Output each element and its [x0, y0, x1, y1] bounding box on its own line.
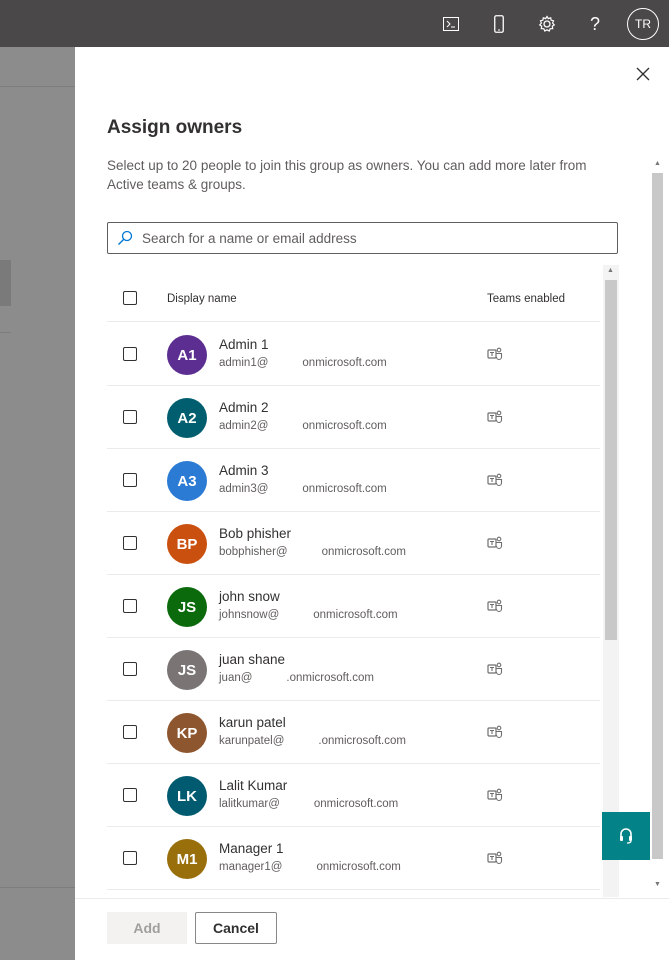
teams-icon — [487, 346, 503, 362]
person-name: juan shane — [219, 652, 286, 667]
assign-owners-panel: Assign owners Select up to 20 people to … — [75, 47, 669, 960]
row-checkbox[interactable] — [123, 851, 137, 865]
person-email: bobphisher@ onmicrosoft.com — [219, 546, 406, 558]
row-checkbox[interactable] — [123, 788, 137, 802]
avatar: KP — [167, 713, 207, 753]
search-box[interactable] — [107, 222, 618, 254]
person-name: karun patel — [219, 715, 286, 730]
user-avatar[interactable]: TR — [627, 8, 659, 40]
mobile-icon[interactable] — [483, 8, 515, 40]
avatar: A2 — [167, 398, 207, 438]
person-name: Bob phisher — [219, 526, 292, 541]
list-scrollbar-thumb[interactable] — [605, 280, 617, 640]
person-name: Lalit Kumar — [219, 778, 288, 793]
person-name: Admin 3 — [219, 463, 269, 478]
teams-icon — [487, 661, 503, 677]
person-email: admin3@ onmicrosoft.com — [219, 483, 387, 495]
person-email: johnsnow@ onmicrosoft.com — [219, 609, 398, 621]
search-input[interactable] — [142, 230, 602, 246]
support-headset-button[interactable] — [602, 812, 650, 860]
background-page — [0, 47, 75, 960]
scroll-up-arrow-icon[interactable]: ▲ — [654, 160, 661, 167]
teams-icon — [487, 535, 503, 551]
search-icon — [108, 223, 142, 253]
person-email: karunpatel@ .onmicrosoft.com — [219, 735, 406, 747]
row-checkbox[interactable] — [123, 410, 137, 424]
select-all-checkbox[interactable] — [123, 291, 137, 305]
person-email: juan@ .onmicrosoft.com — [219, 672, 374, 684]
column-header-display-name[interactable]: Display name — [167, 293, 237, 305]
table-row[interactable]: JS juan shane juan@ .onmicrosoft.com — [107, 638, 600, 701]
avatar: JS — [167, 587, 207, 627]
panel-scrollbar-thumb[interactable] — [652, 173, 663, 859]
person-email: admin2@ onmicrosoft.com — [219, 420, 387, 432]
panel-scrollbar[interactable]: ▲ ▼ — [650, 157, 665, 897]
table-row[interactable]: M1 Manager 1 manager1@ onmicrosoft.com — [107, 827, 600, 890]
teams-icon — [487, 787, 503, 803]
teams-icon — [487, 598, 503, 614]
teams-icon — [487, 472, 503, 488]
table-row[interactable]: LK Lalit Kumar lalitkumar@ onmicrosoft.com — [107, 764, 600, 827]
list-header: Display name Teams enabled — [107, 265, 600, 322]
list-scroll-up-arrow-icon[interactable]: ▲ — [607, 267, 614, 274]
row-checkbox[interactable] — [123, 347, 137, 361]
avatar: LK — [167, 776, 207, 816]
table-row[interactable]: BP Bob phisher bobphisher@ onmicrosoft.com — [107, 512, 600, 575]
row-checkbox[interactable] — [123, 725, 137, 739]
gear-icon[interactable] — [531, 8, 563, 40]
person-email: lalitkumar@ onmicrosoft.com — [219, 798, 399, 810]
row-checkbox[interactable] — [123, 599, 137, 613]
headset-icon — [620, 828, 632, 844]
person-name: john snow — [219, 589, 280, 604]
table-row[interactable]: JS john snow johnsnow@ onmicrosoft.com — [107, 575, 600, 638]
help-icon[interactable]: ? — [579, 8, 611, 40]
teams-icon — [487, 409, 503, 425]
row-checkbox[interactable] — [123, 662, 137, 676]
row-checkbox[interactable] — [123, 536, 137, 550]
people-list: Display name Teams enabled A1 Admin 1 admi… — [107, 265, 619, 897]
person-name: Admin 1 — [219, 337, 269, 352]
table-row[interactable]: A3 Admin 3 admin3@ onmicrosoft.com — [107, 449, 600, 512]
top-header-bar: ? TR — [0, 0, 669, 47]
table-row[interactable]: A2 Admin 2 admin2@ onmicrosoft.com — [107, 386, 600, 449]
avatar: JS — [167, 650, 207, 690]
column-header-teams-enabled[interactable]: Teams enabled — [487, 293, 565, 305]
avatar: A1 — [167, 335, 207, 375]
person-name: Admin 2 — [219, 400, 269, 415]
avatar: M1 — [167, 839, 207, 879]
avatar: A3 — [167, 461, 207, 501]
table-row[interactable]: A1 Admin 1 admin1@ onmicrosoft.com — [107, 323, 600, 386]
panel-title: Assign owners — [107, 117, 243, 138]
table-row[interactable]: KP karun patel karunpatel@ .onmicrosoft.com — [107, 701, 600, 764]
person-name: Manager 1 — [219, 841, 284, 856]
close-icon[interactable] — [631, 62, 655, 86]
avatar: BP — [167, 524, 207, 564]
row-checkbox[interactable] — [123, 473, 137, 487]
person-email: manager1@ onmicrosoft.com — [219, 861, 401, 873]
teams-icon — [487, 850, 503, 866]
scroll-down-arrow-icon[interactable]: ▼ — [654, 881, 661, 888]
add-button[interactable]: Add — [107, 912, 187, 944]
person-email: admin1@ onmicrosoft.com — [219, 357, 387, 369]
list-scrollbar[interactable]: ▲ — [603, 265, 619, 897]
teams-icon — [487, 724, 503, 740]
panel-description: Select up to 20 people to join this grou… — [107, 158, 587, 192]
cancel-button[interactable]: Cancel — [195, 912, 277, 944]
footer-divider — [75, 898, 669, 899]
terminal-icon[interactable] — [435, 8, 467, 40]
